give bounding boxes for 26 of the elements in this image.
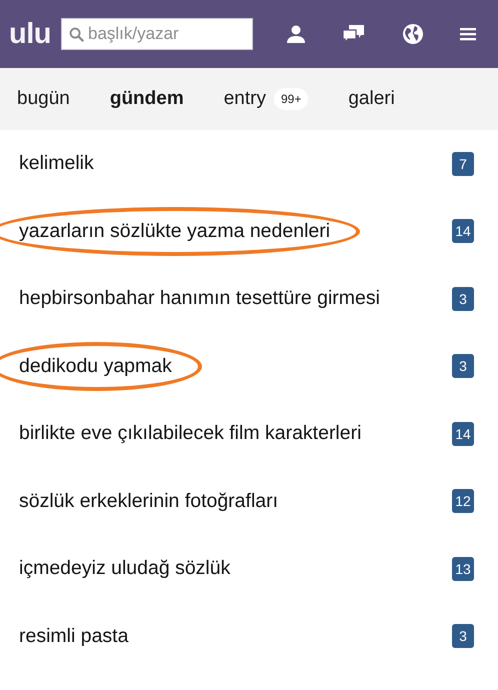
entry-count-badge: 3 xyxy=(452,286,474,311)
topic-link[interactable]: dedikodu yapmak xyxy=(19,354,172,377)
topic-link[interactable]: kelimelik xyxy=(19,152,94,174)
tab[interactable]: galeri xyxy=(348,88,395,110)
tab-label[interactable]: entry xyxy=(224,88,266,110)
menu-icon[interactable] xyxy=(460,27,476,41)
entry-count-badge: 12 xyxy=(452,489,474,514)
topic-link[interactable]: yazarların sözlükte yazma nedenleri xyxy=(19,220,330,242)
tab[interactable]: gündem xyxy=(110,88,184,110)
topic-link[interactable]: birlikte eve çıkılabilecek film karakterleri xyxy=(19,422,362,444)
topic-link[interactable]: içmedeyiz uludağ sözlük xyxy=(19,557,230,580)
entry-count-badge: 14 xyxy=(452,422,474,446)
user-icon[interactable] xyxy=(286,24,306,44)
topic-link[interactable]: resimli pasta xyxy=(19,624,128,647)
topic-link[interactable]: hepbirsonbahar hanımın tesettüre girmesi xyxy=(19,287,380,310)
logo[interactable]: ulu xyxy=(9,20,51,48)
tab[interactable]: bugün xyxy=(17,88,70,110)
entry-count-badge: 3 xyxy=(452,624,474,648)
entry-count-badge: 7 xyxy=(452,152,474,176)
globe-icon[interactable] xyxy=(402,23,424,45)
entry-count-badge: 3 xyxy=(452,354,474,378)
count-badge: 99+ xyxy=(274,88,308,110)
entry-count-badge: 14 xyxy=(452,219,474,244)
search-field[interactable]: başlık/yazar xyxy=(61,18,253,50)
topic-link[interactable]: sözlük erkeklerinin fotoğrafları xyxy=(19,490,278,512)
entry-count-badge: 13 xyxy=(452,556,474,581)
